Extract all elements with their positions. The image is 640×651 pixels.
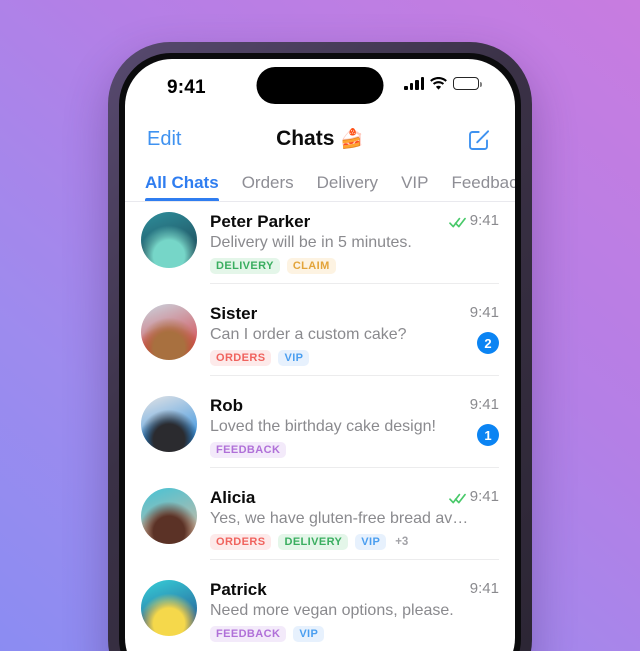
tab-orders[interactable]: Orders [242, 173, 294, 201]
chat-body: Alicia Yes, we have gluten-free bread ava… [210, 488, 499, 560]
tag-vip: VIP [278, 350, 310, 366]
chat-meta: 9:41 [470, 396, 499, 413]
chat-meta: 9:41 [470, 304, 499, 321]
chat-tag-row: ORDERS DELIVERY VIP +3 [210, 534, 499, 550]
chat-meta: 9:41 [448, 488, 499, 505]
chat-name: Sister [210, 304, 258, 323]
chat-timestamp: 9:41 [469, 396, 499, 413]
chat-row[interactable]: Peter Parker Delivery will be in 5 minute… [125, 202, 515, 294]
page-title-text: Chats [276, 127, 335, 150]
chat-body: Patrick Need more vegan options, please. F… [210, 580, 499, 651]
chat-row[interactable]: Patrick Need more vegan options, please. F… [125, 570, 515, 651]
double-check-read-icon [448, 491, 466, 504]
status-bar: 9:41 [125, 59, 515, 113]
tab-delivery[interactable]: Delivery [317, 173, 378, 201]
cellular-signal-icon [404, 77, 424, 90]
navigation-bar: Edit Chats 🍰 [125, 113, 515, 165]
tag-feedback: FEEDBACK [210, 626, 287, 642]
chat-timestamp: 9:41 [469, 212, 499, 229]
chat-preview: Need more vegan options, please. [210, 602, 454, 619]
tag-orders: ORDERS [210, 534, 272, 550]
chat-timestamp: 9:41 [469, 304, 499, 321]
chat-preview: Loved the birthday cake design! [210, 418, 436, 435]
chat-timestamp: 9:41 [469, 580, 499, 597]
tag-overflow-count: +3 [395, 536, 409, 548]
tag-claim: CLAIM [286, 258, 336, 274]
phone-bezel: 9:41 Edit Chats 🍰 All Chats Orders Deliv… [119, 53, 521, 651]
cake-emoji-icon: 🍰 [340, 129, 364, 150]
avatar[interactable] [141, 396, 197, 452]
dynamic-island [256, 67, 384, 104]
phone-frame: 9:41 Edit Chats 🍰 All Chats Orders Deliv… [108, 42, 532, 651]
phone-screen: 9:41 Edit Chats 🍰 All Chats Orders Deliv… [125, 59, 515, 651]
unread-badge: 1 [477, 424, 499, 446]
chat-preview: Can I order a custom cake? [210, 326, 407, 343]
chat-tag-row: FEEDBACK VIP [210, 626, 499, 642]
status-bar-icons [404, 77, 482, 90]
double-check-read-icon [448, 215, 466, 228]
chat-body: Sister Can I order a custom cake? ORDERS VI… [210, 304, 499, 376]
chat-row[interactable]: Alicia Yes, we have gluten-free bread ava… [125, 478, 515, 570]
tag-vip: VIP [355, 534, 387, 550]
chat-meta: 9:41 [470, 580, 499, 597]
tag-feedback: FEEDBACK [210, 442, 287, 458]
avatar[interactable] [141, 488, 197, 544]
tab-feedback[interactable]: Feedback [451, 173, 515, 201]
chat-list: Peter Parker Delivery will be in 5 minute… [125, 202, 515, 651]
avatar[interactable] [141, 580, 197, 636]
tag-delivery: DELIVERY [210, 258, 280, 274]
chat-timestamp: 9:41 [469, 488, 499, 505]
chat-preview: Delivery will be in 5 minutes. [210, 234, 412, 251]
wifi-icon [430, 77, 447, 90]
chat-row[interactable]: Sister Can I order a custom cake? ORDERS VI… [125, 294, 515, 386]
avatar[interactable] [141, 212, 197, 268]
compose-button[interactable] [467, 126, 493, 152]
status-bar-time: 9:41 [167, 77, 206, 98]
chat-body: Peter Parker Delivery will be in 5 minute… [210, 212, 499, 284]
edit-button[interactable]: Edit [147, 128, 181, 151]
chat-meta: 9:41 [448, 212, 499, 229]
chat-name: Patrick [210, 580, 267, 599]
chat-tag-row: DELIVERY CLAIM [210, 258, 499, 274]
chat-body: Rob Loved the birthday cake design! FEEDBA… [210, 396, 499, 468]
tab-all-chats[interactable]: All Chats [145, 173, 219, 201]
chat-name: Rob [210, 396, 244, 415]
tab-vip[interactable]: VIP [401, 173, 428, 201]
chat-tag-row: FEEDBACK [210, 442, 499, 458]
avatar[interactable] [141, 304, 197, 360]
page-title: Chats 🍰 [125, 127, 515, 151]
chat-tag-row: ORDERS VIP [210, 350, 499, 366]
tab-bar: All ChatsOrdersDeliveryVIPFeedbackE [125, 165, 515, 202]
unread-badge: 2 [477, 332, 499, 354]
tag-vip: VIP [293, 626, 325, 642]
chat-row[interactable]: Rob Loved the birthday cake design! FEEDBA… [125, 386, 515, 478]
tag-delivery: DELIVERY [278, 534, 349, 550]
tag-orders: ORDERS [210, 350, 272, 366]
battery-icon [453, 77, 482, 90]
chat-preview: Yes, we have gluten-free bread available… [210, 510, 499, 527]
